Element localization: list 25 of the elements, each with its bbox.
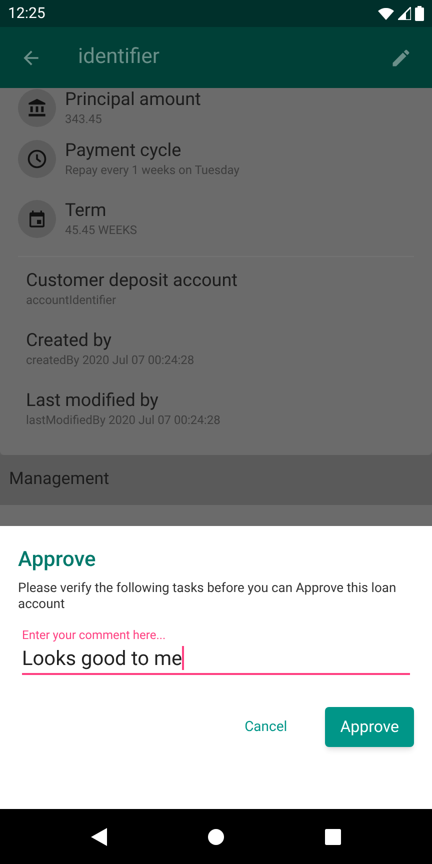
recents-icon[interactable]: [325, 828, 342, 844]
row-title: Term: [65, 200, 108, 222]
status-time: 12:25: [8, 3, 46, 24]
comment-field[interactable]: Enter your comment here... Looks good to me: [22, 627, 410, 675]
row-title: Created by: [26, 330, 113, 352]
row-title: Customer deposit account: [26, 270, 239, 292]
row-title: Last modified by: [26, 390, 160, 412]
signal-icon: [398, 7, 411, 20]
bank-icon: [27, 98, 47, 118]
dialog-message: Please verify the following tasks before you can Approve this loan account: [18, 581, 398, 613]
edit-icon[interactable]: [390, 46, 412, 68]
cancel-button[interactable]: Cancel: [234, 707, 298, 747]
wifi-icon: [378, 8, 394, 20]
section-title: Management: [9, 468, 110, 492]
approve-button[interactable]: Approve: [325, 707, 414, 747]
home-icon[interactable]: [208, 828, 224, 844]
text-cursor: [182, 646, 184, 670]
screen-title: identifier: [78, 44, 161, 71]
battery-icon: [415, 6, 424, 21]
back-icon[interactable]: [90, 828, 107, 846]
row-title: Payment cycle: [65, 140, 182, 162]
calendar-icon: [27, 209, 47, 229]
row-title: Principal amount: [65, 89, 201, 111]
clock-icon: [26, 148, 48, 170]
dialog-title: Approve: [18, 547, 97, 573]
